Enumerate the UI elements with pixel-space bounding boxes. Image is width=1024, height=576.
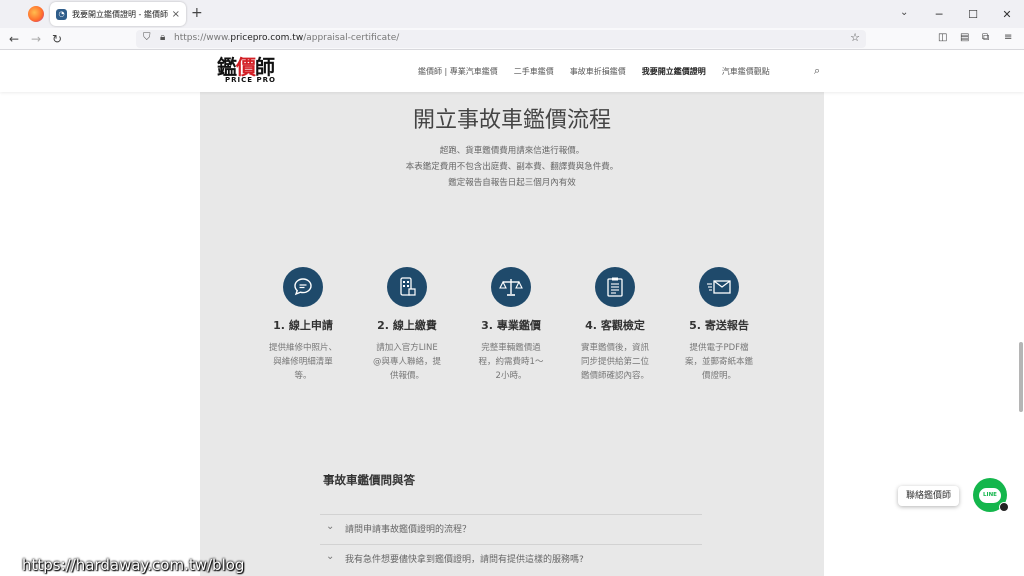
note-line: 鑑定報告自報告日起三個月內有效 [448, 178, 576, 188]
step-title: 1. 線上申請 [273, 319, 333, 332]
reader-view-icon[interactable]: ▤ [960, 32, 969, 43]
scale-icon [491, 267, 531, 307]
site-header: 鑑價師 PRICE PRO 鑑價師 | 專業汽車鑑價 二手車鑑價 事故車折損鑑價… [0, 50, 1024, 92]
clipboard-icon [595, 267, 635, 307]
step-title: 4. 客觀檢定 [585, 319, 645, 332]
faq-item[interactable]: ⌄ 我有急件想要儘快拿到鑑價證明，請問有提供這樣的服務嗎? [320, 544, 702, 570]
reload-icon[interactable]: ↻ [52, 31, 62, 47]
page-title: 開立事故車鑑價流程 [412, 108, 611, 133]
menu-item-certificate[interactable]: 我要開立鑑價證明 [642, 66, 706, 77]
back-arrow-icon[interactable]: ← [9, 31, 19, 47]
step-item: 2. 線上繳費 請加入官方LINE@與專人聯絡，提供報價。 [367, 267, 447, 383]
main-menu: 鑑價師 | 專業汽車鑑價 二手車鑑價 事故車折損鑑價 我要開立鑑價證明 汽車鑑價… [418, 66, 786, 77]
note-line: 本表鑑定費用不包含出庭費、副本費、翻譯費與急件費。 [405, 162, 619, 172]
step-description: 完整車輛鑑價過程，約需費時1～2小時。 [478, 343, 544, 381]
chevron-down-icon: ⌄ [326, 551, 335, 562]
window-controls: ─ ☐ ✕ [922, 0, 1024, 28]
menu-item-accident-car[interactable]: 事故車折損鑑價 [570, 66, 626, 77]
menu-hamburger-icon[interactable]: ≡ [1004, 32, 1012, 43]
minimize-icon[interactable]: ─ [922, 0, 956, 28]
maximize-icon[interactable]: ☐ [956, 0, 990, 28]
firefox-view-icon[interactable] [28, 6, 44, 22]
tab-close-icon[interactable]: × [172, 9, 180, 20]
step-description: 提供電子PDF檔案，並郵寄紙本鑑價證明。 [685, 343, 754, 381]
badge-icon [999, 502, 1009, 512]
tracking-shield-icon[interactable]: ⛉ [143, 32, 151, 43]
menu-item-viewpoint[interactable]: 汽車鑑價觀點 [722, 66, 770, 77]
scroll-thumb[interactable] [1019, 342, 1023, 412]
forward-arrow-icon[interactable]: → [31, 31, 41, 47]
web-page: 鑑價師 PRICE PRO 鑑價師 | 專業汽車鑑價 二手車鑑價 事故車折損鑑價… [0, 50, 1024, 576]
url-text[interactable]: https://www.pricepro.com.tw/appraisal-ce… [174, 33, 399, 43]
site-logo[interactable]: 鑑價師 PRICE PRO [217, 56, 287, 88]
faq-question: 請問申請事故鑑價證明的流程？ [345, 525, 472, 535]
bookmark-star-icon[interactable]: ☆ [850, 31, 860, 44]
step-item: 3. 專業鑑價 完整車輛鑑價過程，約需費時1～2小時。 [471, 267, 551, 383]
line-chat-button[interactable]: LINE [973, 478, 1009, 512]
menu-item-used-car[interactable]: 二手車鑑價 [514, 66, 554, 77]
step-description: 請加入官方LINE@與專人聯絡，提供報價。 [373, 343, 442, 381]
page-scrollbar[interactable] [1018, 52, 1024, 576]
search-icon[interactable]: ⌕ [814, 64, 820, 78]
browser-tab-bar: ◔ 我要開立鑑價證明 - 鑑價師 | 專 × + ⌄ ─ ☐ ✕ [0, 0, 1024, 28]
step-title: 2. 線上繳費 [377, 319, 437, 332]
browser-tab-active[interactable]: ◔ 我要開立鑑價證明 - 鑑價師 | 專 × [50, 2, 186, 26]
lock-icon[interactable]: 🔒︎ [160, 32, 165, 43]
step-description: 提供維修中照片、與維修明細清單等。 [269, 343, 338, 381]
mobile-payment-icon [387, 267, 427, 307]
pocket-icon[interactable]: ◫ [938, 32, 947, 43]
chevron-down-icon: ⌄ [326, 521, 335, 532]
step-item: 4. 客觀檢定 實車鑑價後，資訊同步提供給第二位鑑價師確認內容。 [575, 267, 655, 383]
tab-list-chevron-icon[interactable]: ⌄ [900, 7, 908, 18]
note-line: 超跑、貨車鑑價費用請來信進行報價。 [439, 146, 585, 156]
faq-heading: 事故車鑑價問與答 [323, 473, 415, 487]
contact-appraiser-button[interactable]: 聯絡鑑價師 [898, 486, 960, 506]
step-description: 實車鑑價後，資訊同步提供給第二位鑑價師確認內容。 [581, 343, 650, 381]
chat-bubble-icon [283, 267, 323, 307]
step-title: 5. 寄送報告 [689, 319, 749, 332]
mail-icon [699, 267, 739, 307]
tab-title: 我要開立鑑價證明 - 鑑價師 | 專 [72, 9, 168, 19]
faq-item[interactable]: ⌄ 請問申請事故鑑價證明的流程？ [320, 514, 702, 540]
site-favicon-icon: ◔ [56, 8, 67, 20]
faq-question: 我有急件想要儘快拿到鑑價證明，請問有提供這樣的服務嗎? [345, 555, 584, 565]
line-icon: LINE [979, 487, 1001, 503]
step-title: 3. 專業鑑價 [481, 319, 541, 332]
new-tab-button[interactable]: + [191, 6, 203, 20]
menu-item-home[interactable]: 鑑價師 | 專業汽車鑑價 [418, 66, 498, 77]
close-window-icon[interactable]: ✕ [990, 0, 1024, 28]
step-item: 1. 線上申請 提供維修中照片、與維修明細清單等。 [263, 267, 343, 383]
process-section: 開立事故車鑑價流程 超跑、貨車鑑價費用請來信進行報價。 本表鑑定費用不包含出庭費… [200, 92, 824, 576]
extensions-icon[interactable]: ⧉ [982, 32, 989, 43]
step-item: 5. 寄送報告 提供電子PDF檔案，並郵寄紙本鑑價證明。 [679, 267, 759, 383]
browser-nav-bar: ← → ↻ ⛉ 🔒︎ https://www.pricepro.com.tw/a… [0, 28, 1024, 50]
address-bar[interactable]: ⛉ 🔒︎ https://www.pricepro.com.tw/apprais… [136, 30, 866, 48]
watermark-text: https://hardaway.com.tw/blog [22, 556, 245, 574]
